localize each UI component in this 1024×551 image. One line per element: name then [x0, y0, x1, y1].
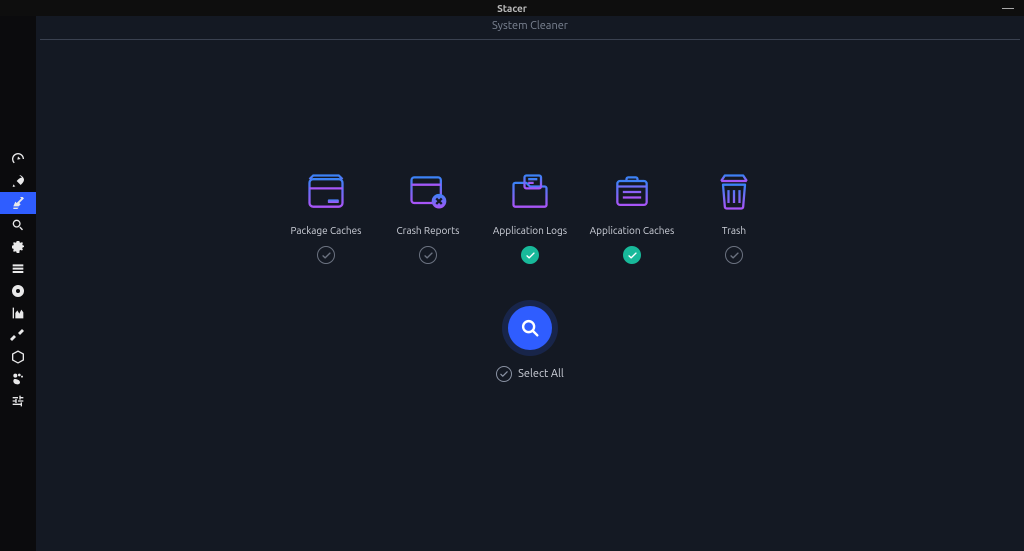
folder-document-icon — [507, 169, 553, 215]
sidebar-item-system-cleaner[interactable] — [0, 192, 36, 214]
select-all-checkbox[interactable] — [496, 366, 512, 382]
category-checkbox[interactable] — [419, 246, 437, 264]
category-checkbox[interactable] — [725, 246, 743, 264]
tools-icon — [10, 327, 26, 343]
sidebar-item-startup-apps[interactable] — [0, 170, 36, 192]
sliders-icon — [10, 393, 26, 409]
select-all-label: Select All — [518, 368, 564, 380]
sidebar-item-search[interactable] — [0, 214, 36, 236]
category-application-logs[interactable]: Application Logs — [493, 169, 567, 264]
scan-button[interactable] — [508, 306, 552, 350]
sidebar-item-services[interactable] — [0, 236, 36, 258]
category-label: Application Caches — [590, 225, 675, 236]
chart-icon — [10, 305, 26, 321]
sidebar-item-gnome-settings[interactable] — [0, 368, 36, 390]
category-label: Trash — [722, 225, 746, 236]
category-checkbox[interactable] — [317, 246, 335, 264]
window-title: Stacer — [497, 3, 527, 14]
magnifier-icon — [10, 217, 26, 233]
main-panel: System Cleaner Package Caches — [36, 16, 1024, 551]
category-row: Package Caches Crash Reports — [289, 169, 771, 264]
app-shell: System Cleaner Package Caches — [0, 16, 1024, 551]
cache-box-icon — [609, 169, 655, 215]
trash-icon — [711, 169, 757, 215]
gauge-icon — [10, 151, 26, 167]
select-all-toggle[interactable]: Select All — [496, 366, 564, 382]
sidebar-item-helpers[interactable] — [0, 324, 36, 346]
sidebar — [0, 16, 36, 551]
sidebar-item-apt-repos[interactable] — [0, 346, 36, 368]
window-titlebar: Stacer — — [0, 0, 1024, 16]
category-application-caches[interactable]: Application Caches — [595, 169, 669, 264]
disc-icon — [10, 283, 26, 299]
category-package-caches[interactable]: Package Caches — [289, 169, 363, 264]
window-error-icon — [405, 169, 451, 215]
category-label: Application Logs — [493, 225, 567, 236]
category-trash[interactable]: Trash — [697, 169, 771, 264]
sidebar-item-resources[interactable] — [0, 302, 36, 324]
content-area: Package Caches Crash Reports — [36, 40, 1024, 551]
foot-icon — [10, 371, 26, 387]
package-icon — [10, 349, 26, 365]
scan-controls: Select All — [496, 306, 564, 382]
sidebar-item-settings[interactable] — [0, 390, 36, 412]
category-checkbox[interactable] — [521, 246, 539, 264]
sidebar-item-dashboard[interactable] — [0, 148, 36, 170]
sidebar-item-uninstaller[interactable] — [0, 280, 36, 302]
category-label: Crash Reports — [397, 225, 460, 236]
stack-icon — [10, 261, 26, 277]
broom-icon — [10, 195, 26, 211]
category-label: Package Caches — [291, 225, 362, 236]
search-icon — [519, 317, 541, 339]
rocket-icon — [10, 173, 26, 189]
sidebar-item-processes[interactable] — [0, 258, 36, 280]
box-archive-icon — [303, 169, 349, 215]
category-crash-reports[interactable]: Crash Reports — [391, 169, 465, 264]
gear-icon — [10, 239, 26, 255]
window-minimize-button[interactable]: — — [1002, 2, 1014, 15]
category-checkbox[interactable] — [623, 246, 641, 264]
page-title: System Cleaner — [40, 20, 1020, 40]
